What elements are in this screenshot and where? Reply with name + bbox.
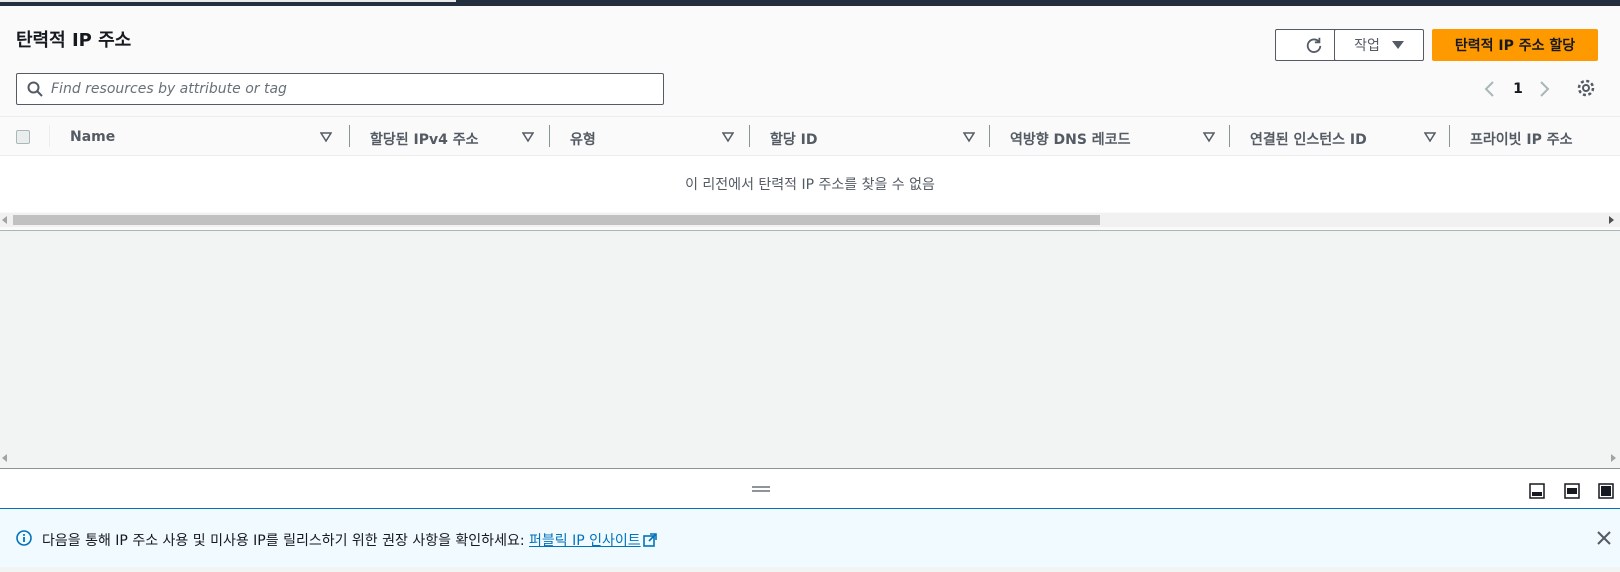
split-full-layout-icon[interactable] <box>1598 483 1614 499</box>
column-header-instance-id[interactable]: 연결된 인스턴스 ID <box>1250 129 1367 149</box>
sort-icon[interactable] <box>522 131 534 143</box>
allocate-label: 탄력적 IP 주소 할당 <box>1454 38 1576 54</box>
column-divider <box>49 125 50 147</box>
scroll-left-arrow-icon[interactable] <box>2 216 7 224</box>
refresh-icon <box>1306 37 1322 53</box>
scroll-right-arrow-icon[interactable] <box>1611 454 1616 462</box>
column-resizer[interactable] <box>749 125 750 147</box>
column-header-allocation-id[interactable]: 할당 ID <box>770 129 817 149</box>
column-resizer[interactable] <box>349 125 350 147</box>
column-header-name[interactable]: Name <box>70 129 115 145</box>
split-side-layout-icon[interactable] <box>1564 483 1580 499</box>
close-icon[interactable] <box>1597 531 1611 545</box>
chevron-right-icon <box>1540 81 1550 97</box>
loading-indicator <box>0 0 456 2</box>
allocate-elastic-ip-button[interactable]: 탄력적 IP 주소 할당 <box>1432 29 1598 61</box>
search-input[interactable] <box>51 75 663 103</box>
split-bottom-layout-icon[interactable] <box>1529 483 1545 499</box>
column-resizer[interactable] <box>549 125 550 147</box>
table-settings-button[interactable] <box>1576 78 1598 100</box>
scrollbar-thumb[interactable] <box>13 215 1100 225</box>
chevron-left-icon <box>1484 81 1494 97</box>
column-resizer[interactable] <box>989 125 990 147</box>
column-resizer[interactable] <box>1229 125 1230 147</box>
horizontal-scrollbar[interactable] <box>0 213 1620 227</box>
info-icon <box>16 530 32 546</box>
previous-page-button[interactable] <box>1483 78 1501 100</box>
column-header-private-ip[interactable]: 프라이빗 IP 주소 <box>1470 129 1573 149</box>
next-page-button[interactable] <box>1537 78 1555 100</box>
info-message-text: 다음을 통해 IP 주소 사용 및 미사용 IP를 릴리스하기 위한 권장 사항… <box>42 533 529 549</box>
sort-icon[interactable] <box>1203 131 1215 143</box>
sort-icon[interactable] <box>1424 131 1436 143</box>
select-all-checkbox[interactable] <box>16 130 30 144</box>
column-header-type[interactable]: 유형 <box>570 129 596 149</box>
sort-icon[interactable] <box>963 131 975 143</box>
page-number[interactable]: 1 <box>1510 78 1526 100</box>
gear-icon <box>1577 79 1595 97</box>
split-panel-divider <box>0 468 1620 509</box>
empty-state-row: 이 리전에서 탄력적 IP 주소를 찾을 수 없음 <box>0 156 1620 212</box>
search-icon <box>27 81 43 97</box>
external-link-icon[interactable] <box>642 533 657 547</box>
empty-state-message: 이 리전에서 탄력적 IP 주소를 찾을 수 없음 <box>685 177 935 193</box>
column-resizer[interactable] <box>1449 125 1450 147</box>
scroll-right-arrow-icon[interactable] <box>1609 216 1614 224</box>
caret-down-icon <box>1391 41 1404 49</box>
table-header: Name 할당된 IPv4 주소 유형 할당 ID 역방향 DNS 레코드 연결… <box>0 116 1620 156</box>
elastic-ip-panel: 탄력적 IP 주소 작업 탄력적 IP 주소 할당 1 <box>0 6 1620 231</box>
info-flashbar: 다음을 통해 IP 주소 사용 및 미사용 IP를 릴리스하기 위한 권장 사항… <box>0 509 1620 567</box>
page-title: 탄력적 IP 주소 <box>16 30 132 51</box>
column-header-reverse-dns[interactable]: 역방향 DNS 레코드 <box>1010 129 1130 149</box>
column-header-ipv4[interactable]: 할당된 IPv4 주소 <box>370 129 479 149</box>
actions-label: 작업 <box>1354 38 1380 54</box>
actions-dropdown[interactable]: 작업 <box>1334 29 1424 61</box>
info-message: 다음을 통해 IP 주소 사용 및 미사용 IP를 릴리스하기 위한 권장 사항… <box>42 530 657 550</box>
public-ip-insights-link[interactable]: 퍼블릭 IP 인사이트 <box>529 533 641 549</box>
search-bar <box>16 73 664 105</box>
sort-icon[interactable] <box>320 131 332 143</box>
drag-handle-icon[interactable] <box>752 485 770 493</box>
scroll-left-arrow-icon[interactable] <box>2 454 7 462</box>
sort-icon[interactable] <box>722 131 734 143</box>
